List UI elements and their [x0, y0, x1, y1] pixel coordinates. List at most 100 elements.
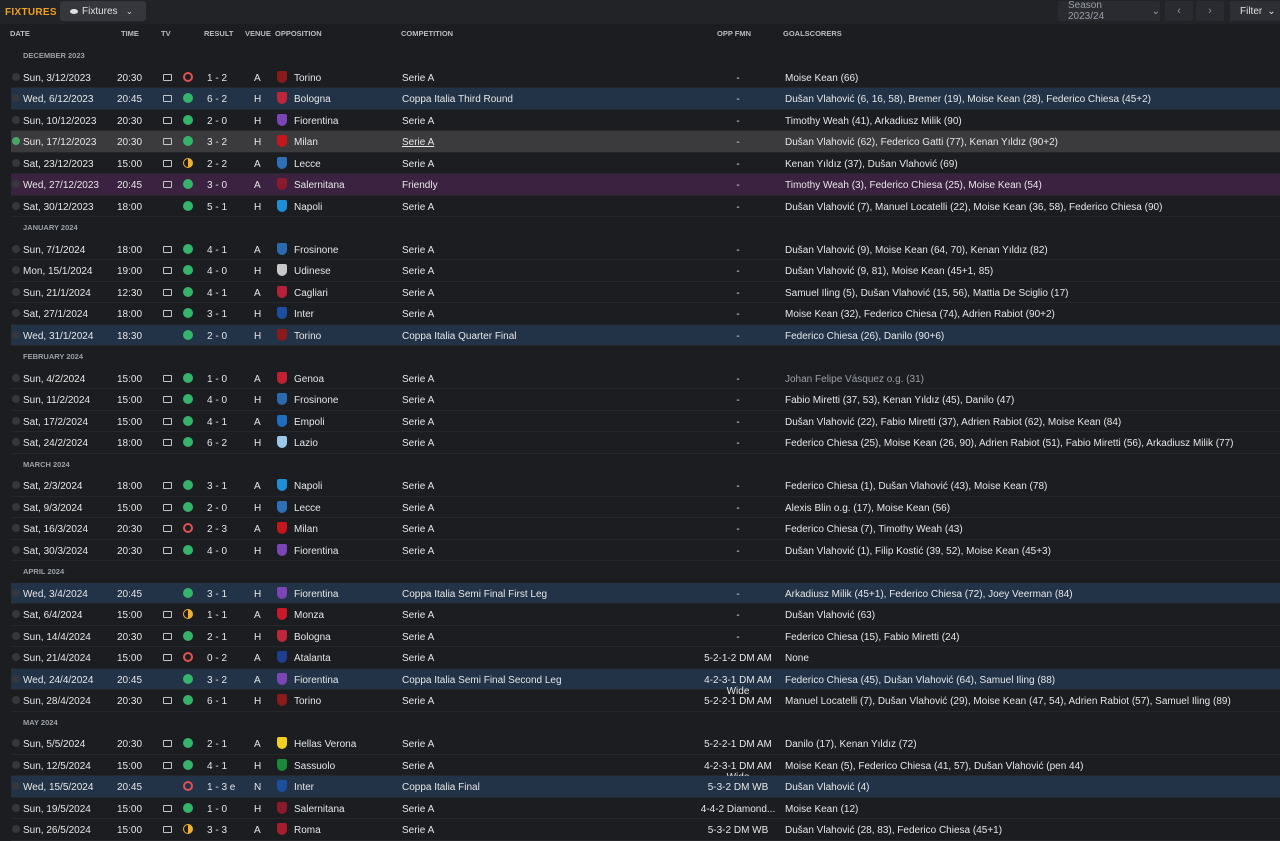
fixture-row[interactable]: Sun, 21/1/2024 12:30 4 - 1 A Cagliari Serie A…	[11, 282, 1280, 303]
column-header-time[interactable]: TIME	[121, 29, 139, 38]
fixture-row[interactable]: Wed, 24/4/2024 20:45 3 - 2 A Fiorentina Coppa…	[11, 668, 1280, 697]
fixture-competition[interactable]: Serie A	[402, 610, 434, 621]
fixture-competition[interactable]: Serie A	[402, 137, 434, 148]
fixture-score[interactable]: 3 - 2	[207, 137, 227, 148]
fixture-competition[interactable]: Serie A	[402, 395, 434, 406]
fixture-row[interactable]: Sun, 17/12/2023 20:30 3 - 2 H Milan Serie A - D…	[11, 131, 1280, 153]
fixture-row[interactable]: Sat, 24/2/2024 18:00 6 - 2 H Lazio Serie A - Fe…	[11, 432, 1280, 454]
fixture-score[interactable]: 2 - 1	[207, 739, 227, 750]
fixture-opposition[interactable]: Cagliari	[294, 288, 328, 299]
previous-season-button[interactable]: ‹	[1165, 1, 1193, 21]
fixture-competition[interactable]: Serie A	[402, 245, 434, 256]
fixture-competition[interactable]: Serie A	[402, 438, 434, 449]
fixture-score[interactable]: 6 - 2	[207, 94, 227, 105]
fixture-row[interactable]: Wed, 15/5/2024 20:45 1 - 3 e N Inter Coppa It…	[11, 776, 1280, 798]
column-header-competition[interactable]: COMPETITION	[401, 29, 453, 38]
fixture-competition[interactable]: Serie A	[402, 73, 434, 84]
column-header-result[interactable]: RESULT	[204, 29, 233, 38]
fixture-score[interactable]: 3 - 1	[207, 309, 227, 320]
fixture-row[interactable]: Sun, 5/5/2024 20:30 2 - 1 A Hellas Verona Ser…	[11, 733, 1280, 755]
column-header-opp-fmn[interactable]: OPP FMN	[717, 29, 751, 38]
fixture-score[interactable]: 3 - 3	[207, 825, 227, 836]
fixture-opposition[interactable]: Sassuolo	[294, 761, 335, 772]
fixture-score[interactable]: 2 - 0	[207, 503, 227, 514]
fixture-score[interactable]: 2 - 3	[207, 524, 227, 535]
fixture-score[interactable]: 6 - 1	[207, 696, 227, 707]
fixture-score[interactable]: 4 - 0	[207, 546, 227, 557]
fixture-score[interactable]: 5 - 1	[207, 202, 227, 213]
season-select[interactable]: Season 2023/24 ⌄	[1058, 0, 1160, 22]
fixture-row[interactable]: Wed, 27/12/2023 20:45 3 - 0 A Salernitana Fri…	[11, 174, 1280, 196]
fixture-score[interactable]: 0 - 2	[207, 653, 227, 664]
fixture-competition[interactable]: Friendly	[402, 180, 438, 191]
fixture-row[interactable]: Sat, 6/4/2024 15:00 1 - 1 A Monza Serie A - Duš…	[11, 604, 1280, 626]
fixture-row[interactable]: Mon, 15/1/2024 19:00 4 - 0 H Udinese Serie A -…	[11, 260, 1280, 282]
fixture-opposition[interactable]: Empoli	[294, 417, 325, 428]
fixture-score[interactable]: 1 - 2	[207, 73, 227, 84]
column-header-date[interactable]: DATE	[10, 29, 30, 38]
view-dropdown[interactable]: Fixtures ⌄	[60, 1, 146, 21]
fixture-opposition[interactable]: Roma	[294, 825, 321, 836]
fixture-row[interactable]: Sat, 30/12/2023 18:00 5 - 1 H Napoli Serie A -…	[11, 196, 1280, 217]
fixture-row[interactable]: Sun, 7/1/2024 18:00 4 - 1 A Frosinone Serie A…	[11, 239, 1280, 260]
fixture-row[interactable]: Sun, 14/4/2024 20:30 2 - 1 H Bologna Serie A -…	[11, 626, 1280, 647]
fixture-opposition[interactable]: Lazio	[294, 438, 318, 449]
fixture-opposition[interactable]: Salernitana	[294, 180, 345, 191]
fixture-competition[interactable]: Coppa Italia Semi Final Second Leg	[402, 675, 562, 686]
fixture-competition[interactable]: Serie A	[402, 116, 434, 127]
fixture-competition[interactable]: Serie A	[402, 417, 434, 428]
fixture-score[interactable]: 1 - 0	[207, 804, 227, 815]
fixture-opposition[interactable]: Napoli	[294, 202, 322, 213]
fixture-competition[interactable]: Serie A	[402, 761, 434, 772]
fixture-row[interactable]: Sat, 9/3/2024 15:00 2 - 0 H Lecce Serie A - Ale…	[11, 497, 1280, 518]
fixture-score[interactable]: 6 - 2	[207, 438, 227, 449]
fixture-opposition[interactable]: Monza	[294, 610, 324, 621]
fixture-competition[interactable]: Serie A	[402, 309, 434, 320]
fixture-row[interactable]: Sun, 3/12/2023 20:30 1 - 2 A Torino Serie A - M…	[11, 67, 1280, 88]
filter-button[interactable]: Filter ⌄	[1230, 1, 1280, 21]
fixture-score[interactable]: 1 - 3 e	[207, 782, 235, 793]
column-header-goalscorers[interactable]: GOALSCORERS	[783, 29, 842, 38]
fixture-row[interactable]: Wed, 3/4/2024 20:45 3 - 1 H Fiorentina Coppa …	[11, 582, 1280, 604]
fixture-opposition[interactable]: Genoa	[294, 374, 324, 385]
fixture-competition[interactable]: Serie A	[402, 825, 434, 836]
fixture-row[interactable]: Sat, 23/12/2023 15:00 2 - 2 A Lecce Serie A - K…	[11, 153, 1280, 174]
fixture-row[interactable]: Sun, 28/4/2024 20:30 6 - 1 H Torino Serie A 5-…	[11, 690, 1280, 712]
fixture-opposition[interactable]: Torino	[294, 696, 321, 707]
fixture-row[interactable]: Sun, 26/5/2024 15:00 3 - 3 A Roma Serie A 5-3-…	[11, 819, 1280, 841]
fixture-competition[interactable]: Serie A	[402, 266, 434, 277]
fixture-row[interactable]: Sun, 21/4/2024 15:00 0 - 2 A Atalanta Serie A…	[11, 647, 1280, 669]
fixture-score[interactable]: 1 - 0	[207, 374, 227, 385]
fixture-competition[interactable]: Coppa Italia Final	[402, 782, 480, 793]
fixture-score[interactable]: 4 - 1	[207, 245, 227, 256]
fixture-score[interactable]: 3 - 2	[207, 675, 227, 686]
fixture-competition[interactable]: Serie A	[402, 374, 434, 385]
fixture-score[interactable]: 2 - 0	[207, 116, 227, 127]
fixture-row[interactable]: Sat, 27/1/2024 18:00 3 - 1 H Inter Serie A - Mo…	[11, 303, 1280, 325]
fixture-competition[interactable]: Serie A	[402, 653, 434, 664]
fixture-competition[interactable]: Serie A	[402, 503, 434, 514]
fixture-competition[interactable]: Coppa Italia Semi Final First Leg	[402, 589, 547, 600]
fixture-row[interactable]: Sat, 17/2/2024 15:00 4 - 1 A Empoli Serie A - D…	[11, 411, 1280, 432]
fixture-competition[interactable]: Serie A	[402, 202, 434, 213]
fixture-score[interactable]: 1 - 1	[207, 610, 227, 621]
column-header-tv[interactable]: TV	[161, 29, 171, 38]
fixture-competition[interactable]: Coppa Italia Quarter Final	[402, 331, 517, 342]
fixture-row[interactable]: Wed, 31/1/2024 18:30 2 - 0 H Torino Coppa Ita…	[11, 324, 1280, 346]
fixture-competition[interactable]: Serie A	[402, 524, 434, 535]
fixture-competition[interactable]: Coppa Italia Third Round	[402, 94, 513, 105]
fixture-opposition[interactable]: Udinese	[294, 266, 331, 277]
fixture-opposition[interactable]: Fiorentina	[294, 675, 338, 686]
fixture-competition[interactable]: Serie A	[402, 546, 434, 557]
fixture-score[interactable]: 3 - 1	[207, 481, 227, 492]
fixture-row[interactable]: Sun, 12/5/2024 15:00 4 - 1 H Sassuolo Serie A…	[11, 755, 1280, 783]
fixture-opposition[interactable]: Frosinone	[294, 395, 338, 406]
fixture-opposition[interactable]: Milan	[294, 524, 318, 535]
fixture-opposition[interactable]: Bologna	[294, 632, 331, 643]
fixture-row[interactable]: Sun, 4/2/2024 15:00 1 - 0 A Genoa Serie A - Joh…	[11, 368, 1280, 389]
fixture-row[interactable]: Sun, 11/2/2024 15:00 4 - 0 H Frosinone Serie …	[11, 389, 1280, 411]
fixture-opposition[interactable]: Milan	[294, 137, 318, 148]
fixture-opposition[interactable]: Napoli	[294, 481, 322, 492]
fixture-opposition[interactable]: Frosinone	[294, 245, 338, 256]
fixture-competition[interactable]: Serie A	[402, 696, 434, 707]
